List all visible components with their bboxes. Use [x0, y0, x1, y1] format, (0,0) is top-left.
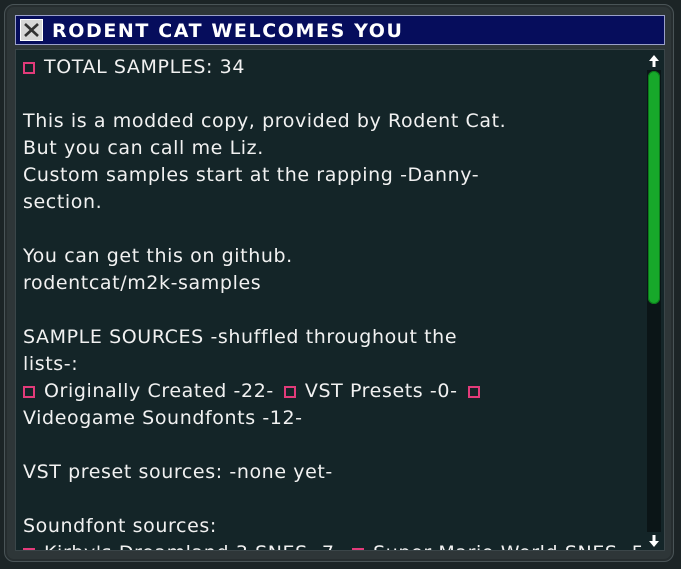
message-text-area: TOTAL SAMPLES: 34 This is a modded copy,… [23, 54, 651, 550]
arrow-up-icon[interactable] [647, 54, 661, 68]
close-x-icon[interactable] [20, 19, 43, 41]
intro-line-4: section. [23, 191, 103, 213]
source-vst-text: VST Presets -0- [304, 380, 458, 402]
vertical-scrollbar[interactable] [647, 54, 661, 548]
bullet-icon [352, 548, 365, 550]
soundfont-sources-heading: Soundfont sources: [23, 515, 217, 537]
total-samples-text: TOTAL SAMPLES: 34 [44, 56, 246, 78]
source-original-text: Originally Created -22- [44, 380, 274, 402]
title-bar[interactable]: RODENT CAT WELCOMES YOU [15, 15, 665, 45]
message-content[interactable]: TOTAL SAMPLES: 34 This is a modded copy,… [15, 49, 665, 551]
sources-list-line: Originally Created -22- VST Presets -0- [23, 378, 638, 405]
vst-sources-text: VST preset sources: -none yet- [23, 461, 333, 483]
sources-heading-1: SAMPLE SOURCES -shuffled throughout the [23, 326, 458, 348]
github-line-1: You can get this on github. [23, 245, 293, 267]
source-soundfonts-text: Videogame Soundfonts -12- [23, 407, 303, 429]
intro-line-3: Custom samples start at the rapping -Dan… [23, 164, 480, 186]
soundfont-list-line: Kirby's Dreamland 3 SNES -7- Super Mario … [23, 540, 651, 550]
intro-line-1: This is a modded copy, provided by Roden… [23, 110, 507, 132]
bullet-icon [283, 386, 296, 398]
soundfont-item-1: Kirby's Dreamland 3 SNES -7- [44, 542, 342, 550]
bullet-icon [23, 386, 35, 398]
window-title: RODENT CAT WELCOMES YOU [52, 20, 404, 42]
scroll-thumb[interactable] [648, 71, 660, 304]
sources-heading-2: lists-: [23, 353, 79, 375]
bullet-icon [467, 386, 480, 398]
intro-line-2: But you can call me Liz. [23, 137, 264, 159]
total-samples-line: TOTAL SAMPLES: 34 [23, 54, 638, 81]
bullet-icon [23, 62, 35, 74]
bullet-icon [23, 548, 35, 550]
github-repo-text: rodentcat/m2k-samples [23, 272, 262, 294]
soundfont-item-2: Super Mario World SNES -5- [373, 542, 652, 550]
arrow-down-icon[interactable] [647, 534, 661, 548]
